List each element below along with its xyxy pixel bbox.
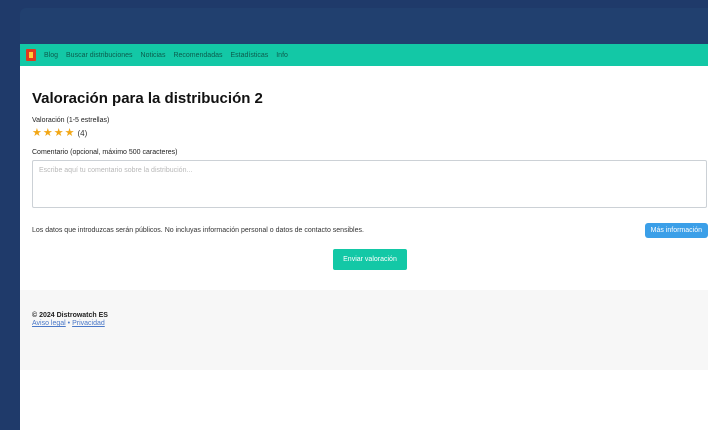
- submit-wrap: Enviar valoración: [32, 248, 708, 270]
- footer-link-privacy[interactable]: Privacidad: [72, 320, 105, 327]
- desktop-top-bar: [20, 8, 708, 44]
- star-icon[interactable]: ★: [65, 128, 75, 139]
- nav-link-stats[interactable]: Estadísticas: [230, 52, 268, 59]
- submit-rating-button[interactable]: Enviar valoración: [333, 249, 407, 270]
- main-content: Valoración para la distribución 2 Valora…: [20, 66, 708, 270]
- footer-links: Aviso legal • Privacidad: [32, 320, 696, 327]
- footer-link-legal[interactable]: Aviso legal: [32, 320, 66, 327]
- nav-link-info[interactable]: Info: [276, 52, 288, 59]
- footer-copyright: © 2024 Distrowatch ES: [32, 312, 108, 319]
- page-footer: © 2024 Distrowatch ES Aviso legal • Priv…: [20, 290, 708, 370]
- rating-label: Valoración (1-5 estrellas): [32, 117, 110, 124]
- site-logo-icon[interactable]: [26, 49, 36, 61]
- nav-link-news[interactable]: Noticias: [141, 52, 166, 59]
- star-icon[interactable]: ★: [54, 128, 64, 139]
- nav-link-recommended[interactable]: Recomendadas: [173, 52, 222, 59]
- nav-link-blog[interactable]: Blog: [44, 52, 58, 59]
- star-count: (4): [77, 129, 88, 138]
- info-text: Los datos que introduzcas serán públicos…: [32, 227, 364, 234]
- info-row: Los datos que introduzcas serán públicos…: [32, 223, 708, 238]
- top-navbar: Blog Buscar distribuciones Noticias Reco…: [20, 44, 708, 66]
- star-rating[interactable]: ★ ★ ★ ★ (4): [32, 128, 696, 139]
- more-info-button[interactable]: Más información: [644, 223, 708, 238]
- nav-link-search[interactable]: Buscar distribuciones: [66, 52, 133, 59]
- star-icon[interactable]: ★: [43, 128, 53, 139]
- star-icon[interactable]: ★: [32, 128, 42, 139]
- comment-textarea[interactable]: [32, 160, 707, 208]
- browser-window: Blog Buscar distribuciones Noticias Reco…: [20, 44, 708, 430]
- comment-label: Comentario (opcional, máximo 500 caracte…: [32, 149, 178, 156]
- page-title: Valoración para la distribución 2: [32, 90, 263, 107]
